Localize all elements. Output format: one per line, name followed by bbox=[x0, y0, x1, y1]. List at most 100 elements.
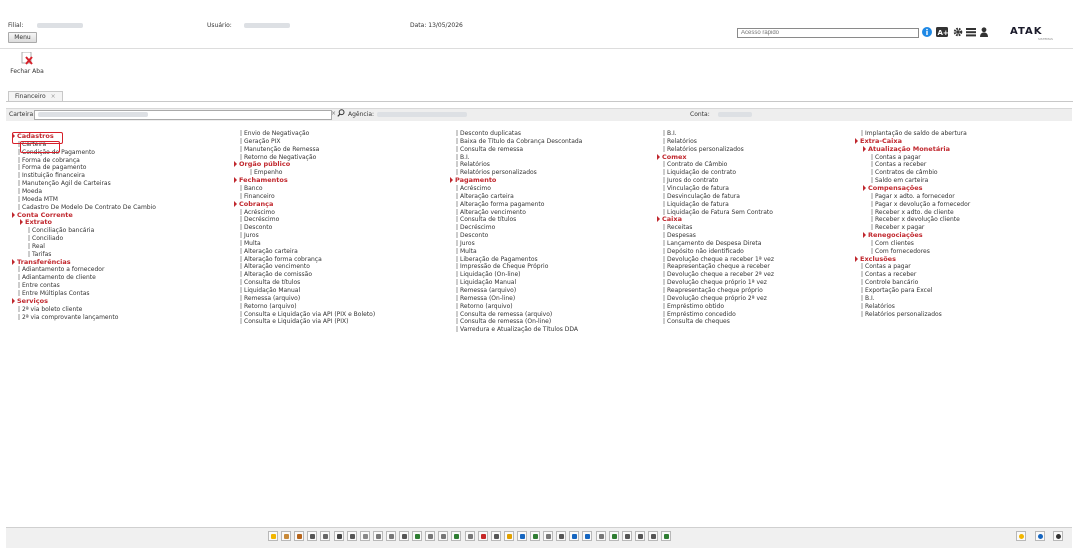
star-icon[interactable] bbox=[268, 531, 278, 541]
menu-item[interactable]: B.I. bbox=[663, 130, 677, 137]
window-icon[interactable] bbox=[556, 531, 567, 541]
menu-item[interactable]: Despesas bbox=[663, 232, 696, 239]
report-icon[interactable] bbox=[385, 531, 396, 541]
menu-item[interactable]: Varredura e Atualização de Títulos DDA bbox=[456, 326, 578, 333]
menu-item[interactable]: Consulta e Liquidação via API (PIX e Bol… bbox=[240, 310, 375, 318]
menu-item[interactable]: Controle bancário bbox=[861, 279, 918, 286]
menu-item[interactable]: Acréscimo bbox=[456, 184, 491, 192]
menu-item[interactable]: Consulta de remessa bbox=[456, 145, 523, 153]
menu-subsection[interactable]: Compensações bbox=[863, 184, 923, 192]
tab-financeiro[interactable]: Financeiro × bbox=[8, 91, 63, 101]
user-icon[interactable] bbox=[979, 27, 989, 37]
menu-item[interactable]: Relatórios personalizados bbox=[861, 310, 942, 318]
menu-item[interactable]: Forma de pagamento bbox=[18, 164, 86, 171]
menu-item[interactable]: Alteração vencimento bbox=[240, 263, 310, 270]
menu-item[interactable]: Baixa de Título da Cobrança Descontada bbox=[456, 137, 582, 145]
group-icon[interactable] bbox=[661, 531, 671, 541]
menu-item[interactable]: Adiantamento de cliente bbox=[18, 274, 96, 281]
menu-item[interactable]: Remessa (On-line) bbox=[456, 294, 515, 302]
menu-item[interactable]: Receitas bbox=[663, 224, 692, 231]
menu-item[interactable]: Multa bbox=[240, 239, 261, 247]
menu-item[interactable]: Devolução cheque próprio 2ª vez bbox=[663, 294, 767, 302]
dollar-icon[interactable] bbox=[451, 531, 462, 541]
menu-item[interactable]: 2ª via comprovante lançamento bbox=[18, 313, 118, 321]
menu-item[interactable]: Devolução cheque próprio 1ª vez bbox=[663, 279, 767, 286]
menu-item[interactable]: Desconto duplicatas bbox=[456, 130, 521, 137]
tab-close-icon[interactable]: × bbox=[51, 93, 56, 100]
menu-item[interactable]: Liquidação Manual bbox=[456, 279, 516, 286]
menu-item[interactable]: Alteração forma cobrança bbox=[240, 255, 322, 263]
menu-item[interactable]: Devolução cheque a receber 1ª vez bbox=[663, 255, 774, 263]
menu-item[interactable]: Pagar x adto. a fornecedor bbox=[871, 192, 955, 200]
menu-item[interactable]: Liquidação Manual bbox=[240, 287, 300, 294]
menu-section[interactable]: Orgão público bbox=[234, 161, 290, 168]
menu-item[interactable]: Desvinculação de fatura bbox=[663, 192, 740, 200]
menu-item[interactable]: Decréscimo bbox=[240, 216, 279, 223]
menu-item[interactable]: Adiantamento a fornecedor bbox=[18, 266, 104, 273]
menu-item[interactable]: Depósito não identificado bbox=[663, 247, 744, 255]
menu-subsection[interactable]: Atualização Monetária bbox=[863, 145, 950, 153]
menu-item[interactable]: Moeda MTM bbox=[18, 195, 58, 203]
window-toggle-icon[interactable] bbox=[1053, 531, 1063, 541]
menu-item[interactable]: Receber x adto. de cliente bbox=[871, 208, 954, 216]
menu-subsection[interactable]: Extrato bbox=[20, 219, 52, 226]
menu-item[interactable]: Manutenção de Remessa bbox=[240, 145, 319, 153]
menu-button[interactable]: Menu bbox=[8, 32, 37, 43]
menu-section[interactable]: Cobrança bbox=[234, 200, 273, 208]
menu-item[interactable]: Pagar x devolução a fornecedor bbox=[871, 200, 970, 208]
info-icon[interactable] bbox=[922, 27, 932, 37]
menu-item[interactable]: Empréstimo concedido bbox=[663, 310, 736, 318]
menu-item[interactable]: Alteração carteira bbox=[240, 247, 298, 255]
line-chart-icon[interactable] bbox=[582, 531, 593, 541]
gear-icon[interactable] bbox=[953, 27, 963, 37]
people-icon[interactable] bbox=[281, 531, 292, 541]
menu-item[interactable]: Empréstimo obtido bbox=[663, 302, 724, 310]
document-icon[interactable] bbox=[320, 531, 331, 541]
menu-item[interactable]: Retorno (arquivo) bbox=[456, 302, 513, 310]
menu-item[interactable]: Consulta de títulos bbox=[240, 279, 300, 286]
menu-item[interactable]: Alteração forma pagamento bbox=[456, 200, 544, 208]
menu-item[interactable]: Devolução cheque a receber 2ª vez bbox=[663, 271, 774, 278]
menu-item[interactable]: Moeda bbox=[18, 187, 42, 195]
menu-item[interactable]: Geração PIX bbox=[240, 137, 281, 145]
target-icon[interactable] bbox=[346, 531, 357, 541]
card-icon[interactable] bbox=[438, 531, 449, 541]
menu-item[interactable]: Conciliado bbox=[28, 235, 63, 242]
menu-item[interactable]: Consulta de cheques bbox=[663, 318, 730, 325]
menu-item[interactable]: Real bbox=[28, 242, 45, 250]
close-tab-button[interactable]: Fechar Aba bbox=[10, 51, 44, 75]
help-icon[interactable] bbox=[1035, 531, 1045, 541]
chart-icon[interactable] bbox=[399, 531, 409, 541]
menu-item[interactable]: B.I. bbox=[861, 294, 875, 302]
pencil-icon[interactable] bbox=[503, 531, 514, 541]
menu-item[interactable]: Impressão de Cheque Próprio bbox=[456, 263, 548, 270]
menu-item[interactable]: Banco bbox=[240, 184, 263, 192]
menu-subsection[interactable]: Renegociações bbox=[863, 232, 923, 239]
menu-item[interactable]: Relatórios bbox=[861, 302, 895, 310]
menu-item[interactable]: Exportação para Excel bbox=[861, 287, 932, 294]
menu-item[interactable]: Alteração carteira bbox=[456, 192, 514, 200]
cart-icon[interactable] bbox=[621, 531, 632, 541]
menu-item[interactable]: Acréscimo bbox=[240, 208, 275, 216]
menu-item[interactable]: Juros bbox=[240, 232, 259, 239]
menu-item[interactable]: Instituição financeira bbox=[18, 172, 85, 179]
menu-item[interactable]: Liquidação (On-line) bbox=[456, 271, 521, 278]
menu-item[interactable]: Contas a pagar bbox=[871, 153, 921, 161]
menu-section[interactable]: Serviços bbox=[12, 297, 48, 305]
menu-item[interactable]: Remessa (arquivo) bbox=[240, 294, 300, 302]
refresh-icon[interactable] bbox=[647, 531, 658, 541]
box-icon[interactable] bbox=[530, 531, 540, 541]
clear-icon[interactable]: × bbox=[331, 110, 336, 117]
presentation-icon[interactable] bbox=[490, 531, 501, 541]
menu-item[interactable]: Contrato de Câmbio bbox=[663, 161, 727, 168]
menu-item[interactable]: Retorno (arquivo) bbox=[240, 302, 297, 310]
clipboard-icon[interactable] bbox=[543, 531, 554, 541]
menu-item[interactable]: Liquidação de fatura bbox=[663, 200, 729, 208]
menu-item[interactable]: B.I. bbox=[456, 153, 470, 161]
globe-icon[interactable] bbox=[412, 531, 423, 541]
menu-section[interactable]: Fechamentos bbox=[234, 177, 288, 184]
calculator-icon[interactable] bbox=[307, 531, 318, 541]
tree-icon[interactable] bbox=[634, 531, 645, 541]
menu-item[interactable]: Juros bbox=[456, 239, 475, 247]
menu-item[interactable]: Consulta de remessa (On-line) bbox=[456, 318, 551, 325]
